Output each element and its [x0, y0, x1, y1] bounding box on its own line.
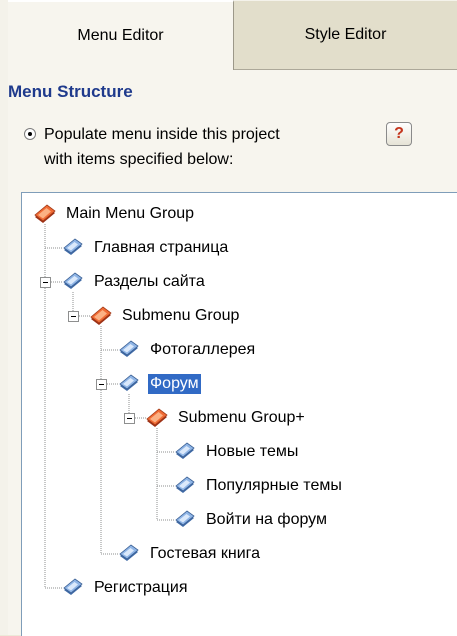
menu-tree[interactable]: Main Menu Group Главная страница Разделы с… [21, 192, 457, 636]
collapse-toggle-icon[interactable] [124, 413, 135, 424]
tree-node-label: Популярные темы [206, 477, 342, 494]
menu-item-icon [62, 578, 84, 598]
tree-node-label: Главная страница [94, 239, 229, 256]
tree-group-node[interactable]: Submenu Group [90, 300, 241, 332]
populate-menu-label[interactable]: Populate menu inside this project with i… [44, 122, 344, 172]
tree-item-node[interactable]: Популярные темы [174, 470, 344, 502]
tab-strip: Menu Editor Style Editor [8, 0, 457, 76]
menu-item-icon [174, 510, 196, 530]
tree-item-node[interactable]: Форум [118, 368, 201, 400]
menu-item-icon [174, 476, 196, 496]
tree-group-node[interactable]: Submenu Group+ [146, 402, 307, 434]
tree-node-label: Разделы сайта [94, 273, 205, 290]
tree-node-label: Новые темы [206, 443, 299, 460]
section-title: Menu Structure [8, 82, 133, 101]
menu-item-icon [118, 374, 140, 394]
tree-item-node[interactable]: Фотогаллерея [118, 334, 257, 366]
tab-style-editor[interactable]: Style Editor [234, 0, 457, 70]
tab-menu-editor[interactable]: Menu Editor [8, 0, 234, 70]
menu-group-icon [146, 408, 168, 428]
tree-node-label: Submenu Group+ [178, 409, 305, 426]
menu-item-icon [118, 340, 140, 360]
menu-item-icon [118, 544, 140, 564]
tree-node-label: Форум [148, 374, 201, 394]
tree-item-node[interactable]: Новые темы [174, 436, 300, 468]
tree-node-label: Main Menu Group [66, 205, 195, 222]
tree-group-node[interactable]: Main Menu Group [34, 198, 196, 230]
tree-item-node[interactable]: Главная страница [62, 232, 230, 264]
populate-menu-label-line2: with items specified below: [44, 151, 234, 168]
menu-group-icon [34, 204, 56, 224]
collapse-toggle-icon[interactable] [96, 379, 107, 390]
tree-item-node[interactable]: Разделы сайта [62, 266, 207, 298]
menu-item-icon [62, 272, 84, 292]
menu-item-icon [62, 238, 84, 258]
help-button[interactable]: ? [386, 122, 412, 146]
tree-item-node[interactable]: Гостевая книга [118, 538, 262, 570]
menu-group-icon [90, 306, 112, 326]
tree-node-label: Гостевая книга [150, 545, 261, 562]
tree-node-label: Фотогаллерея [150, 341, 256, 358]
tree-item-node[interactable]: Войти на форум [174, 504, 329, 536]
collapse-toggle-icon[interactable] [40, 277, 51, 288]
tree-node-label: Submenu Group [122, 307, 240, 324]
populate-menu-label-line1: Populate menu inside this project [44, 126, 280, 143]
menu-item-icon [174, 442, 196, 462]
tree-node-label: Войти на форум [206, 511, 327, 528]
question-icon: ? [394, 125, 404, 142]
tree-node-label: Регистрация [94, 579, 188, 596]
tree-item-node[interactable]: Регистрация [62, 572, 190, 604]
populate-menu-radio[interactable] [24, 128, 36, 140]
collapse-toggle-icon[interactable] [68, 311, 79, 322]
